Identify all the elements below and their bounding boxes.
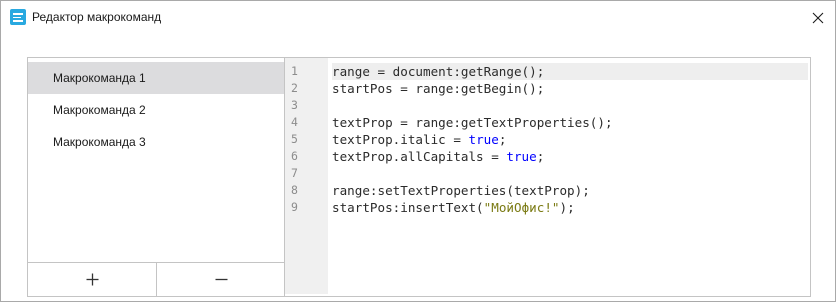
close-button[interactable] — [801, 1, 835, 34]
code-text: ); — [559, 200, 575, 215]
code-line: range = document:getRange(); — [332, 63, 808, 80]
line-number: 1 — [291, 64, 298, 78]
macro-list: Макрокоманда 1 Макрокоманда 2 Макрокоман… — [28, 58, 284, 262]
list-button-bar — [28, 262, 284, 296]
code-text: ; — [498, 132, 507, 147]
code-line: textProp.allCapitals = true; — [332, 148, 808, 165]
remove-macro-button[interactable] — [157, 263, 285, 296]
line-number: 6 — [291, 149, 298, 163]
line-number: 8 — [291, 183, 298, 197]
macro-list-item-2[interactable]: Макрокоманда 2 — [28, 94, 284, 126]
code-line: startPos:insertText("МойОфис!"); — [332, 199, 808, 216]
macro-list-item-3[interactable]: Макрокоманда 3 — [28, 126, 284, 158]
macro-panel: Макрокоманда 1 Макрокоманда 2 Макрокоман… — [27, 57, 811, 297]
code-line: range:setTextProperties(textProp); — [332, 182, 808, 199]
minus-icon[interactable] — [215, 273, 228, 286]
code-area[interactable]: range = document:getRange(); startPos = r… — [328, 58, 810, 294]
code-text: textProp.italic = — [332, 132, 469, 147]
code-editor[interactable]: 1 2 3 4 5 6 7 8 9 range = document:getRange(); st… — [284, 58, 810, 296]
document-lines-icon — [10, 9, 26, 25]
line-number: 9 — [291, 200, 298, 214]
code-text: textProp = range:getTextProperties(); — [332, 115, 613, 130]
add-macro-button[interactable] — [28, 263, 157, 296]
plus-icon[interactable] — [86, 273, 99, 286]
code-line: textProp.italic = true; — [332, 131, 808, 148]
window-title: Редактор макрокоманд — [32, 10, 162, 24]
code-text: range:setTextProperties(textProp); — [332, 183, 590, 198]
code-line: textProp = range:getTextProperties(); — [332, 114, 808, 131]
code-keyword: true — [468, 132, 499, 147]
line-number: 2 — [291, 81, 298, 95]
line-number: 4 — [291, 115, 298, 129]
macro-list-item-1[interactable]: Макрокоманда 1 — [28, 62, 284, 94]
code-text: range = document:getRange(); — [332, 64, 545, 79]
line-number-gutter: 1 2 3 4 5 6 7 8 9 — [285, 58, 328, 294]
line-number: 3 — [291, 98, 298, 112]
code-text: textProp.allCapitals = — [332, 149, 507, 164]
line-number: 7 — [291, 166, 298, 180]
code-string: "МойОфис!" — [483, 200, 560, 215]
macro-editor-window: Редактор макрокоманд Макрокоманда 1 Макр… — [0, 0, 836, 302]
code-text: ; — [536, 149, 545, 164]
line-number: 5 — [291, 132, 298, 146]
close-icon[interactable] — [812, 12, 824, 24]
code-text: startPos = range:getBegin(); — [332, 81, 545, 96]
code-text: startPos:insertText( — [332, 200, 484, 215]
code-keyword: true — [506, 149, 537, 164]
title-bar: Редактор макрокоманд — [1, 1, 835, 34]
code-line: startPos = range:getBegin(); — [332, 80, 808, 97]
